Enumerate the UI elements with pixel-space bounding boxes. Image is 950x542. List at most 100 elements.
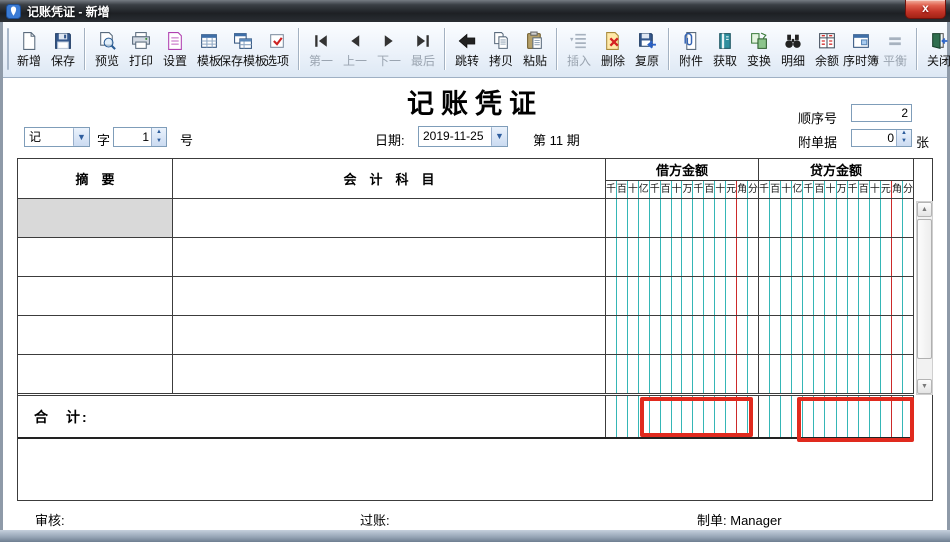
- digit-cell: [870, 396, 881, 437]
- account-cell[interactable]: [173, 316, 606, 354]
- summary-cell[interactable]: [18, 355, 173, 393]
- digit-cell: [748, 238, 758, 276]
- toolbar-fetch-button[interactable]: 获取: [708, 28, 742, 71]
- toolbar-transform-button[interactable]: 变换: [742, 28, 776, 71]
- digit-cell: [748, 316, 758, 354]
- debit-amount-grid[interactable]: [606, 238, 759, 276]
- digit-cell: [759, 316, 770, 354]
- digit-cell: [682, 355, 693, 393]
- chevron-down-icon[interactable]: ▼: [491, 127, 507, 146]
- voucher-number-suffix: 号: [180, 130, 193, 149]
- window-title: 记账凭证 - 新增: [27, 3, 110, 20]
- digit-cell: [650, 316, 661, 354]
- toolbar-setup-button[interactable]: 设置: [158, 28, 192, 71]
- scroll-up-button[interactable]: ▲: [917, 202, 932, 217]
- spin-up-icon[interactable]: ▲: [897, 130, 911, 138]
- credit-amount-grid[interactable]: [759, 277, 914, 315]
- digit-cell: [848, 277, 859, 315]
- digit-cell: [759, 238, 770, 276]
- toolbar-delete-label: 删除: [601, 52, 625, 69]
- spin-down-icon[interactable]: ▼: [897, 138, 911, 146]
- digit-cell: [737, 277, 748, 315]
- digit-cell: [803, 238, 814, 276]
- toolbar-restore-button[interactable]: 复原: [630, 28, 664, 71]
- summary-cell-selected[interactable]: [18, 199, 173, 237]
- digit-cell: [639, 316, 650, 354]
- credit-amount-grid[interactable]: [759, 316, 914, 354]
- close-button[interactable]: x: [905, 0, 946, 19]
- toolbar-new-button[interactable]: 新增: [12, 28, 46, 71]
- digit-cell: [682, 238, 693, 276]
- debit-amount-grid[interactable]: [606, 199, 759, 237]
- digit-cell: [803, 277, 814, 315]
- digit-cell: [693, 238, 704, 276]
- digit-cell: [814, 316, 825, 354]
- summary-cell[interactable]: [18, 277, 173, 315]
- chevron-down-icon[interactable]: ▼: [73, 128, 89, 146]
- app-icon: [6, 4, 21, 19]
- toolbar-previous-button: 上一: [338, 28, 372, 71]
- voucher-word-select[interactable]: 记 ▼: [24, 127, 90, 147]
- toolbar-close-button[interactable]: 关闭: [922, 28, 950, 71]
- digit-cell: [737, 396, 748, 437]
- debit-amount-grid[interactable]: [606, 355, 759, 393]
- toolbar-preview-button[interactable]: 预览: [90, 28, 124, 71]
- credit-digit-col-header: 万: [837, 181, 848, 198]
- toolbar-jump-button[interactable]: 跳转: [450, 28, 484, 71]
- toolbar-grip[interactable]: [7, 28, 9, 70]
- toolbar-journal-button[interactable]: 序时簿: [844, 28, 878, 71]
- scrollbar-track[interactable]: ▲ ▼: [916, 201, 933, 395]
- digit-cell: [770, 355, 781, 393]
- toolbar-delete-button[interactable]: 删除: [596, 28, 630, 71]
- credit-amount-grid[interactable]: [759, 355, 914, 393]
- sequence-number-input[interactable]: [851, 104, 912, 122]
- toolbar-save-button[interactable]: 保存: [46, 28, 80, 71]
- account-cell[interactable]: [173, 238, 606, 276]
- debit-amount-grid[interactable]: [606, 316, 759, 354]
- toolbar-balance-button[interactable]: 余额: [810, 28, 844, 71]
- credit-amount-grid[interactable]: [759, 199, 914, 237]
- digit-cell: [814, 277, 825, 315]
- date-select[interactable]: 2019-11-25 ▼: [418, 126, 508, 147]
- digit-cell: [759, 277, 770, 315]
- digit-cell: [803, 396, 814, 437]
- scroll-down-button[interactable]: ▼: [917, 379, 932, 394]
- account-cell[interactable]: [173, 355, 606, 393]
- voucher-number-input[interactable]: [114, 128, 151, 146]
- scrollbar-thumb[interactable]: [917, 219, 932, 359]
- account-cell[interactable]: [173, 277, 606, 315]
- account-cell[interactable]: [173, 199, 606, 237]
- attached-docs-stepper[interactable]: ▲ ▼: [851, 129, 912, 147]
- credit-amount-grid[interactable]: [759, 238, 914, 276]
- toolbar-save-template-button[interactable]: 保存模板: [226, 28, 260, 71]
- toolbar-detail-button[interactable]: 明细: [776, 28, 810, 71]
- digit-cell: [825, 355, 836, 393]
- summary-cell[interactable]: [18, 238, 173, 276]
- debit-digit-col-header: 百: [617, 181, 628, 198]
- digit-cell: [650, 355, 661, 393]
- credit-digit-col-header: 百: [770, 181, 781, 198]
- spin-down-icon[interactable]: ▼: [152, 137, 166, 146]
- toolbar-paste-button[interactable]: 粘贴: [518, 28, 552, 71]
- scroll-corner-cell: [914, 159, 932, 199]
- toolbar-copy-button[interactable]: 拷贝: [484, 28, 518, 71]
- toolbar-attachment-button[interactable]: 附件: [674, 28, 708, 71]
- attached-docs-input[interactable]: [852, 130, 896, 146]
- digit-cell: [859, 277, 870, 315]
- digit-cell: [737, 199, 748, 237]
- spin-up-icon[interactable]: ▲: [152, 128, 166, 137]
- summary-cell[interactable]: [18, 316, 173, 354]
- digit-cell: [837, 396, 848, 437]
- toolbar-insert-label: 插入: [567, 52, 591, 69]
- voucher-number-stepper[interactable]: ▲ ▼: [113, 127, 167, 147]
- digit-cell: [792, 355, 803, 393]
- toolbar-print-button[interactable]: 打印: [124, 28, 158, 71]
- digit-cell: [704, 199, 715, 237]
- toolbar-options-button[interactable]: 选项: [260, 28, 294, 71]
- digit-cell: [814, 396, 825, 437]
- digit-cell: [748, 396, 758, 437]
- digit-cell: [693, 355, 704, 393]
- digit-cell: [759, 355, 770, 393]
- debit-amount-grid[interactable]: [606, 277, 759, 315]
- digit-cell: [814, 199, 825, 237]
